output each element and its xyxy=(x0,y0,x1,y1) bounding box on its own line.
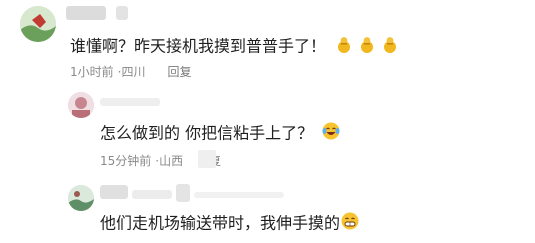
comment-meta: 1小时前 ·四川 回复 xyxy=(70,64,192,80)
reply-item: 他们走机场输送带时，我伸手摸的 xyxy=(0,180,535,243)
username-redacted xyxy=(100,98,160,106)
comment-body: 怎么做到的 你把信粘手上了？ xyxy=(100,123,314,143)
username-redacted xyxy=(66,6,106,20)
redaction-patch xyxy=(198,150,216,168)
username-redacted xyxy=(100,185,128,199)
avatar-image-icon xyxy=(20,6,56,42)
gold-gourd-icon xyxy=(334,34,354,60)
gold-gourd-icon xyxy=(380,34,400,60)
username-redacted xyxy=(194,192,284,198)
comment-location: 四川 xyxy=(121,65,146,79)
comment-text: 谁懂啊？昨天接机我摸到普普手了！ xyxy=(70,34,400,60)
comment-time: 1小时前 xyxy=(70,65,114,79)
avatar-image-icon xyxy=(68,185,94,211)
avatar-image-icon xyxy=(68,92,94,118)
avatar[interactable] xyxy=(68,185,94,211)
grinning-emoji-icon xyxy=(340,211,360,237)
avatar[interactable] xyxy=(20,6,56,42)
reply-item: 怎么做到的 你把信粘手上了？ 15分钟前·山西回复 xyxy=(0,88,535,168)
avatar[interactable] xyxy=(68,92,94,118)
comment-time: 15分钟前 xyxy=(100,154,152,168)
comment-text: 他们走机场输送带时，我伸手摸的 xyxy=(100,211,360,237)
username-redacted xyxy=(116,6,128,20)
comment-body: 谁懂啊？昨天接机我摸到普普手了！ xyxy=(70,36,327,56)
username-redacted xyxy=(176,184,190,202)
comment-location: 山西 xyxy=(159,154,184,168)
comment-item: 谁懂啊？昨天接机我摸到普普手了！ 1小时前 ·四川 回复 xyxy=(0,0,535,85)
comment-text: 怎么做到的 你把信粘手上了？ xyxy=(100,121,341,147)
gold-gourd-icon xyxy=(357,34,377,60)
username-redacted xyxy=(132,190,172,199)
reply-button[interactable]: 回复 xyxy=(167,65,191,79)
comment-body: 他们走机场输送带时，我伸手摸的 xyxy=(100,213,341,233)
laughing-crying-emoji-icon xyxy=(321,121,341,147)
